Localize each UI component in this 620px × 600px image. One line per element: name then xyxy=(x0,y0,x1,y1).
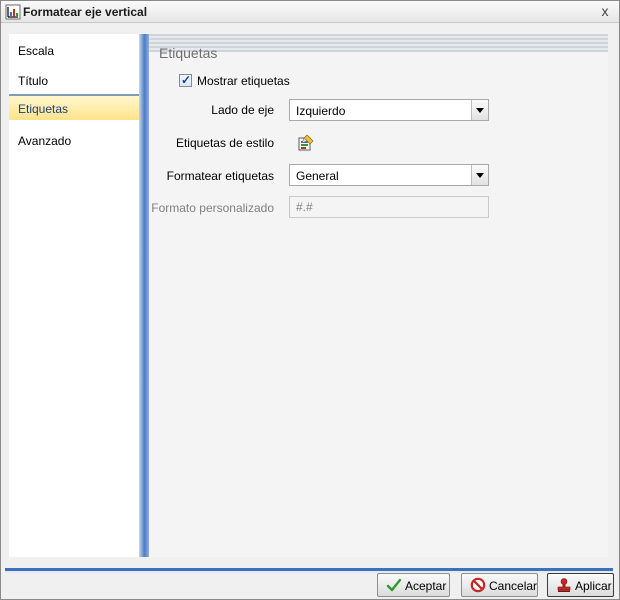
checkmark-icon: ✓ xyxy=(181,73,192,87)
custom-format-input[interactable] xyxy=(289,196,489,218)
nav-item-escala[interactable]: Escala xyxy=(9,38,139,64)
labels-panel: Etiquetas ✓ Mostrar etiquetas Lado de ej… xyxy=(149,34,608,557)
nav-item-etiquetas[interactable]: Etiquetas xyxy=(9,94,139,120)
cancel-button[interactable]: Cancelar xyxy=(461,573,538,597)
chevron-down-icon xyxy=(476,108,484,113)
dropdown-button[interactable] xyxy=(471,165,488,185)
show-labels-checkbox[interactable]: ✓ xyxy=(179,73,192,87)
ok-button[interactable]: Aceptar xyxy=(377,573,450,597)
format-labels-value: General xyxy=(296,169,339,183)
checkmark-icon xyxy=(386,577,402,593)
nav-item-label: Escala xyxy=(18,44,55,58)
chevron-down-icon xyxy=(476,173,484,178)
section-title: Etiquetas xyxy=(159,45,218,61)
show-labels-label: Mostrar etiquetas xyxy=(197,74,290,88)
axis-side-value: Izquierdo xyxy=(296,104,346,118)
format-labels-select[interactable]: General xyxy=(289,164,489,186)
left-nav: Escala Título Etiquetas Avanzado xyxy=(9,34,139,557)
dropdown-button[interactable] xyxy=(471,100,488,120)
nav-item-titulo[interactable]: Título xyxy=(9,68,139,94)
dialog-footer: Aceptar Cancelar Aplicar xyxy=(1,566,619,599)
axis-side-label: Lado de eje xyxy=(211,103,274,117)
axis-side-select[interactable]: Izquierdo xyxy=(289,99,489,121)
close-icon[interactable]: x xyxy=(597,3,613,19)
nav-item-avanzado[interactable]: Avanzado xyxy=(9,128,139,154)
nav-item-label: Avanzado xyxy=(18,134,72,148)
window-title: Formatear eje vertical xyxy=(23,5,148,19)
ok-button-label: Aceptar xyxy=(405,579,447,593)
format-labels-label: Formatear etiquetas xyxy=(166,169,274,183)
title-bar: Formatear eje vertical x xyxy=(1,1,619,23)
cancel-button-label: Cancelar xyxy=(489,579,538,593)
apply-button-label: Aplicar xyxy=(575,579,612,593)
panel-header-stripes xyxy=(149,34,608,52)
style-edit-icon[interactable] xyxy=(297,134,315,152)
apply-button[interactable]: Aplicar xyxy=(547,573,614,597)
label-style-label: Etiquetas de estilo xyxy=(175,136,274,150)
nav-item-label: Etiquetas xyxy=(18,102,69,116)
nav-item-label: Título xyxy=(18,74,49,88)
format-axis-dialog: Formatear eje vertical x Escala Título E… xyxy=(0,0,620,600)
stamp-icon xyxy=(556,577,572,593)
custom-format-label: Formato personalizado xyxy=(151,201,274,215)
chart-axis-icon xyxy=(5,4,21,20)
cancel-icon xyxy=(470,577,486,593)
